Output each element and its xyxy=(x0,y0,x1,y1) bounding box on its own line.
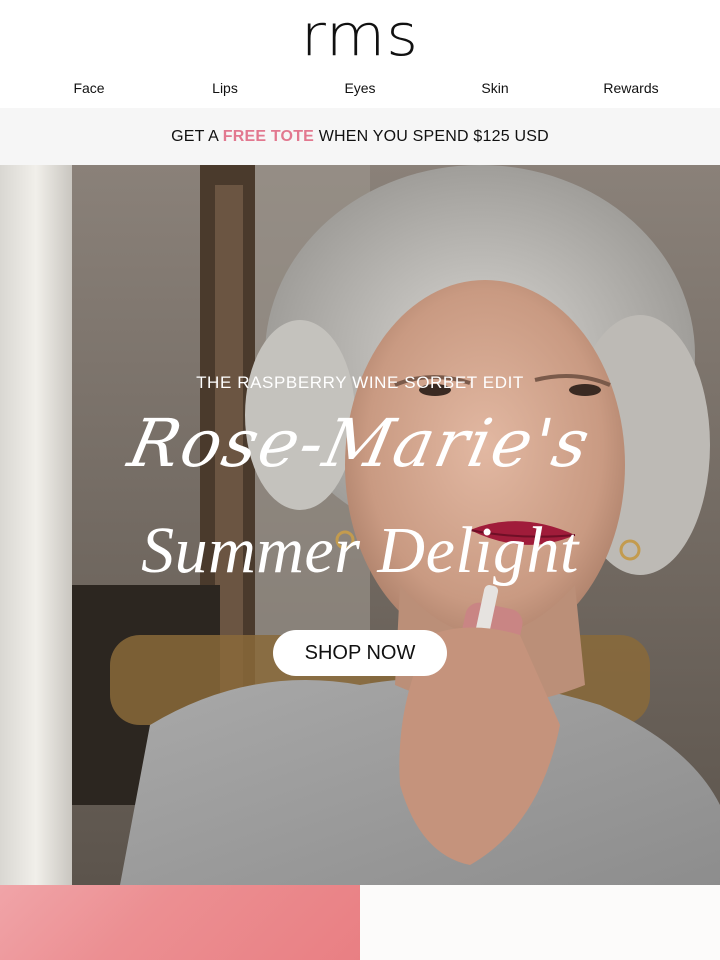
product-tile-light[interactable] xyxy=(360,885,720,960)
nav-item-rewards[interactable]: Rewards xyxy=(571,78,691,98)
nav-item-face[interactable]: Face xyxy=(29,78,149,98)
main-nav: Face Lips Eyes Skin Rewards xyxy=(0,78,720,100)
hero-serif-title: Summer Delight xyxy=(141,514,579,587)
promo-prefix: GET A xyxy=(171,128,223,145)
promo-suffix: WHEN YOU SPEND $125 USD xyxy=(314,128,549,145)
nav-item-skin[interactable]: Skin xyxy=(435,78,555,98)
promo-highlight: FREE TOTE xyxy=(222,128,315,145)
shop-now-button[interactable]: SHOP NOW xyxy=(273,630,447,676)
email-header: rms Face Lips Eyes Skin Rewards xyxy=(0,0,720,108)
hero-eyebrow: THE RASPBERRY WINE SORBET EDIT xyxy=(196,373,524,392)
nav-item-lips[interactable]: Lips xyxy=(165,78,285,98)
product-tile-pink[interactable] xyxy=(0,885,360,960)
nav-item-eyes[interactable]: Eyes xyxy=(300,78,420,98)
promo-banner[interactable]: GET A FREE TOTE WHEN YOU SPEND $125 USD xyxy=(0,108,720,165)
hero-banner[interactable]: THE RASPBERRY WINE SORBET EDIT Rose-Mari… xyxy=(0,165,720,885)
brand-logo[interactable]: rms xyxy=(0,2,720,68)
hero-script-title: Rose-Marie's xyxy=(122,405,598,482)
